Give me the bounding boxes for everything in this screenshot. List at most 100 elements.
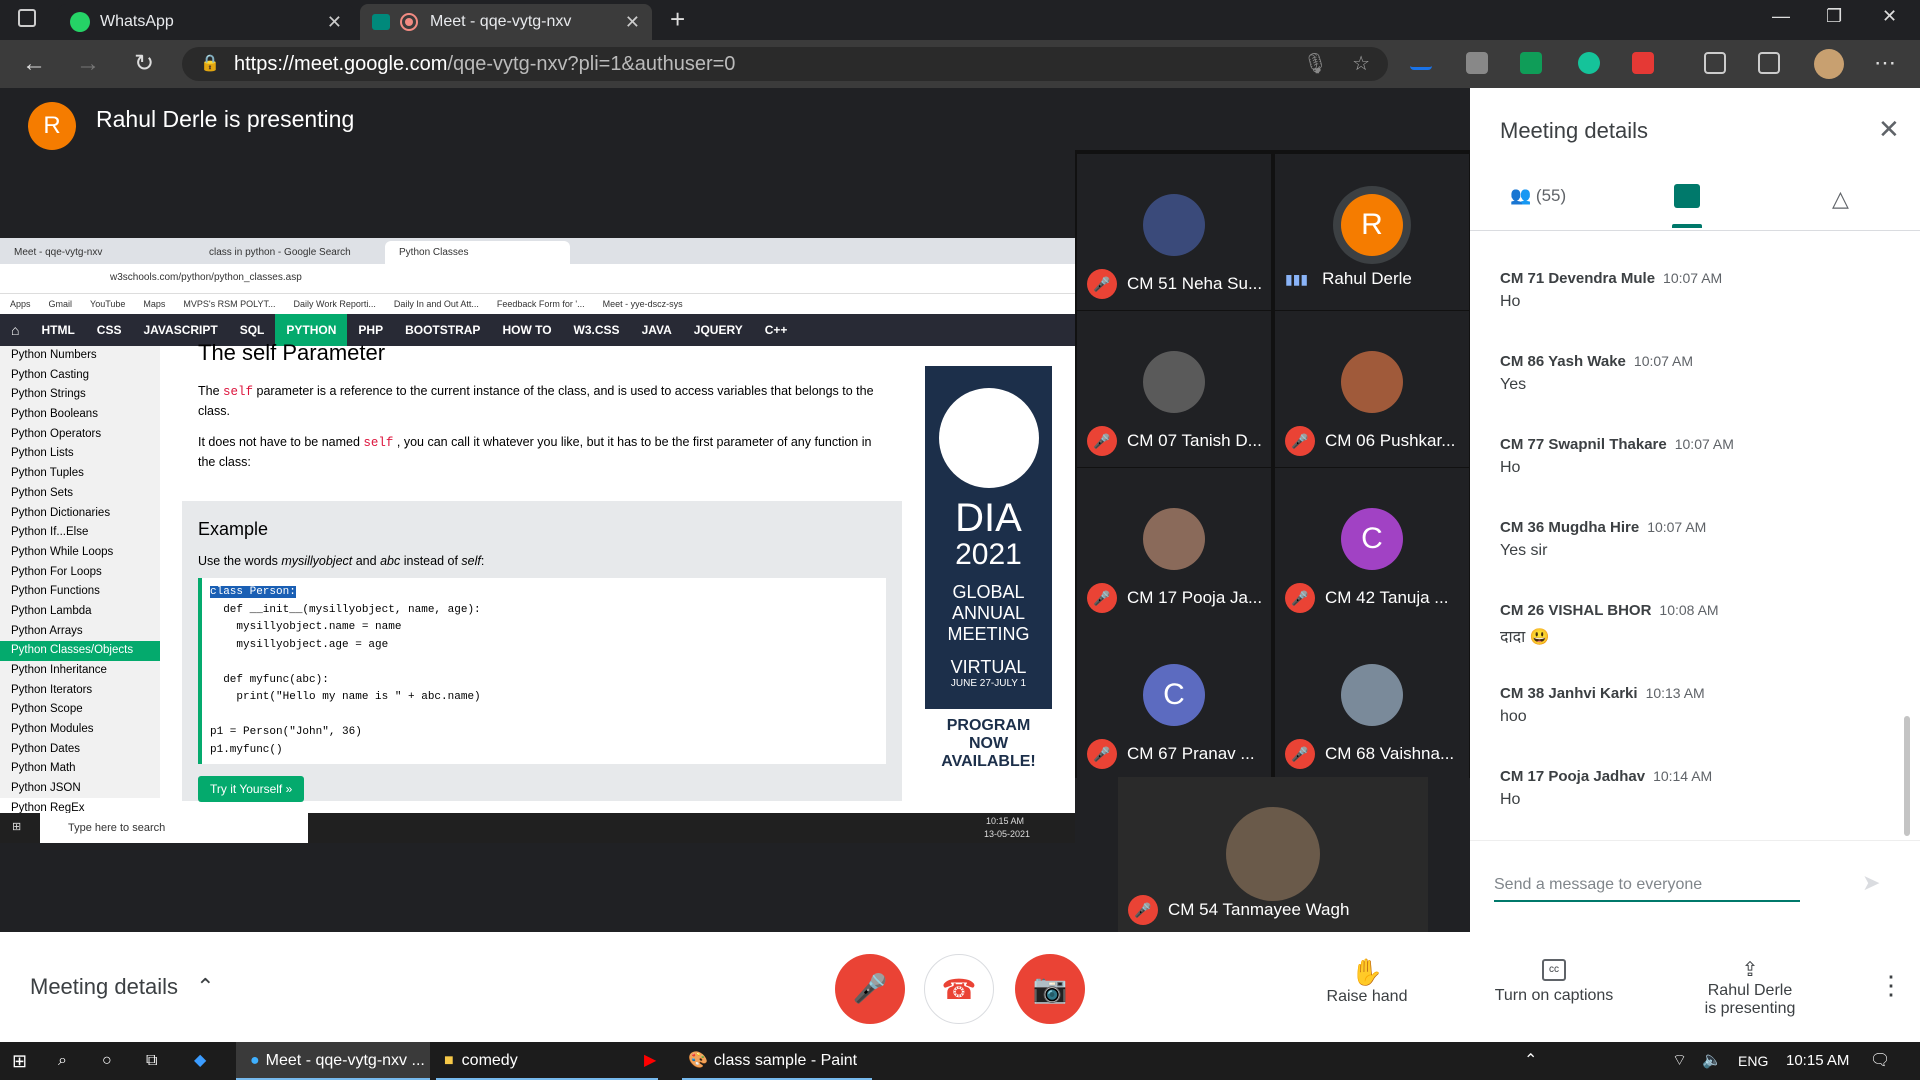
extension-check-icon[interactable] — [1520, 52, 1542, 74]
collections-icon[interactable] — [1410, 52, 1432, 70]
volume-icon[interactable]: 🔈 — [1702, 1042, 1722, 1080]
search-icon[interactable]: ⌕ — [58, 1042, 67, 1080]
avatar — [1341, 664, 1403, 726]
taskbar-item-meet[interactable]: ● Meet - qqe-vytg-nxv ... — [236, 1042, 430, 1080]
grammarly-icon[interactable] — [1578, 52, 1600, 74]
avatar — [1143, 351, 1205, 413]
taskbar-item-folder[interactable]: ■ comedy — [436, 1042, 658, 1080]
mic-toggle-button[interactable]: 🎤 — [835, 954, 905, 1024]
vscode-icon[interactable]: ◆ — [194, 1042, 206, 1080]
task-view-icon[interactable]: ⧉ — [146, 1042, 157, 1080]
close-icon[interactable]: ✕ — [625, 12, 640, 33]
panel-title: Meeting details — [1500, 118, 1648, 143]
favorites-icon[interactable] — [1704, 52, 1726, 74]
message-input[interactable]: Send a message to everyone — [1494, 868, 1800, 902]
url-path: /qqe-vytg-nxv?pli=1&authuser=0 — [447, 53, 736, 75]
cortana-icon[interactable]: ○ — [102, 1042, 112, 1080]
mic-off-icon: 🎤 — [1087, 269, 1117, 299]
paint-icon: 🎨 — [688, 1052, 708, 1069]
chat-message: CM 17 Pooja Jadhav 10:14 AM Ho — [1500, 768, 1713, 808]
speaking-icon: ▮▮▮ — [1285, 270, 1309, 287]
forward-icon[interactable]: → — [72, 48, 104, 80]
close-panel-icon[interactable]: ✕ — [1878, 114, 1900, 145]
avatar: R — [1341, 194, 1403, 256]
notification-icon[interactable]: 🗨 — [1870, 1042, 1890, 1080]
address-bar[interactable]: 🔒 https://meet.google.com/qqe-vytg-nxv?p… — [182, 47, 1388, 81]
participant-tile: 🎤 CM 07 Tanish D... — [1077, 311, 1271, 467]
tray-chevron-icon[interactable]: ⌃ — [1524, 1042, 1537, 1080]
profile-avatar[interactable] — [1814, 49, 1844, 79]
clock[interactable]: 10:15 AM — [1786, 1042, 1849, 1080]
extension-color-icon[interactable] — [1632, 52, 1654, 74]
more-options-icon[interactable]: ⋮ — [1878, 970, 1904, 1001]
back-icon[interactable]: ← — [18, 48, 50, 80]
tab-chat[interactable] — [1650, 180, 1720, 230]
mic-off-icon: 🎤 — [1285, 426, 1315, 456]
leave-call-button[interactable]: ☎ — [924, 954, 994, 1024]
microphone-icon[interactable]: 🎙 — [1303, 47, 1328, 81]
tab-actions-icon[interactable] — [18, 9, 36, 27]
try-it-button: Try it Yourself » — [198, 776, 305, 802]
tab-whatsapp[interactable]: WhatsApp ✕ — [58, 4, 354, 40]
tab-meet[interactable]: Meet - qqe-vytg-nxv ✕ — [360, 4, 652, 40]
participant-tile: 🎤 CM 17 Pooja Ja... — [1077, 468, 1271, 624]
advertisement: DIA 2021 GLOBAL ANNUAL MEETING VIRTUAL J… — [925, 366, 1052, 779]
mic-off-icon: 🎤 — [1087, 739, 1117, 769]
meeting-details-panel: Meeting details ✕ 👥 (55) △ CM 71 Devendr… — [1470, 88, 1920, 932]
more-icon[interactable]: ⋯ — [1874, 50, 1896, 76]
hand-icon: ✋ — [1350, 957, 1384, 987]
participant-tile: 🎤 CM 68 Vaishna... — [1275, 624, 1469, 780]
start-icon[interactable]: ⊞ — [12, 1042, 27, 1080]
captions-icon: cc — [1542, 959, 1566, 981]
avatar — [1143, 508, 1205, 570]
whatsapp-icon — [70, 12, 90, 32]
chevron-up-icon: ⌃ — [196, 974, 215, 999]
shared-tab: class in python - Google Search — [195, 241, 375, 264]
reload-icon[interactable]: ↻ — [128, 48, 160, 80]
code-block: class Person: def __init__(mysillyobject… — [198, 578, 886, 764]
presenting-button[interactable]: ⇪ Rahul Derle is presenting — [1660, 957, 1840, 1018]
participant-tile: C 🎤 CM 67 Pranav ... — [1077, 624, 1271, 780]
participant-tile: C 🎤 CM 42 Tanuja ... — [1275, 468, 1469, 624]
tab-activities[interactable]: △ — [1832, 186, 1849, 212]
close-icon[interactable]: ✕ — [327, 12, 342, 33]
folder-icon: ■ — [444, 1052, 454, 1069]
mic-off-icon: 🎤 — [1285, 583, 1315, 613]
mic-off-icon: 🎤 — [1087, 583, 1117, 613]
participant-tile: R ▮▮▮ Rahul Derle — [1275, 154, 1469, 310]
restore-icon[interactable]: ❐ — [1826, 6, 1842, 27]
minimize-icon[interactable]: — — [1772, 6, 1790, 27]
meeting-details-button[interactable]: Meeting details ⌃ — [30, 974, 215, 1000]
avatar — [1341, 351, 1403, 413]
new-tab-button[interactable]: + — [670, 4, 685, 35]
extension-icon[interactable] — [1466, 52, 1488, 74]
youtube-icon[interactable]: ▶ — [644, 1042, 656, 1080]
captions-button[interactable]: cc Turn on captions — [1480, 957, 1628, 1005]
send-icon[interactable]: ➤ — [1862, 870, 1880, 896]
scrollbar[interactable] — [1904, 716, 1910, 836]
tab-people[interactable]: 👥 (55) — [1510, 186, 1566, 206]
language-indicator[interactable]: ENG — [1738, 1042, 1768, 1080]
shared-taskbar: ⊞ Type here to search 10:15 AM 13-05-202… — [0, 813, 1075, 843]
search-box: Type here to search — [40, 813, 308, 843]
lock-icon: 🔒 — [200, 55, 220, 72]
shared-url: w3schools.com/python/python_classes.asp — [110, 272, 302, 283]
camera-toggle-button[interactable]: 📷 — [1015, 954, 1085, 1024]
windows-icon: ⊞ — [12, 821, 22, 833]
shared-bookmarks-bar: Apps Gmail YouTube Maps MVPS's RSM POLYT... D… — [0, 294, 1075, 314]
network-icon[interactable]: ⌔ — [1672, 1042, 1687, 1080]
collections-tab-icon[interactable] — [1758, 52, 1780, 74]
content-heading: The self Parameter — [198, 340, 386, 365]
avatar: C — [1143, 664, 1205, 726]
taskbar-item-paint[interactable]: 🎨 class sample - Paint — [682, 1042, 872, 1080]
shared-tab-bar: Meet - qqe-vytg-nxv class in python - Go… — [0, 238, 1075, 264]
participant-tile: 🎤 CM 06 Pushkar... — [1275, 311, 1469, 467]
window-close-icon[interactable]: ✕ — [1882, 6, 1897, 27]
home-icon: ⌂ — [11, 322, 20, 338]
shared-tab: Python Classes — [385, 241, 570, 264]
shared-screen: Meet - qqe-vytg-nxv class in python - Go… — [0, 238, 1075, 843]
tab-label: Meet - qqe-vytg-nxv — [430, 13, 572, 30]
raise-hand-button[interactable]: ✋ Raise hand — [1312, 957, 1422, 1006]
url-host: https://meet.google.com — [234, 53, 448, 75]
star-icon[interactable]: ☆ — [1352, 47, 1370, 81]
